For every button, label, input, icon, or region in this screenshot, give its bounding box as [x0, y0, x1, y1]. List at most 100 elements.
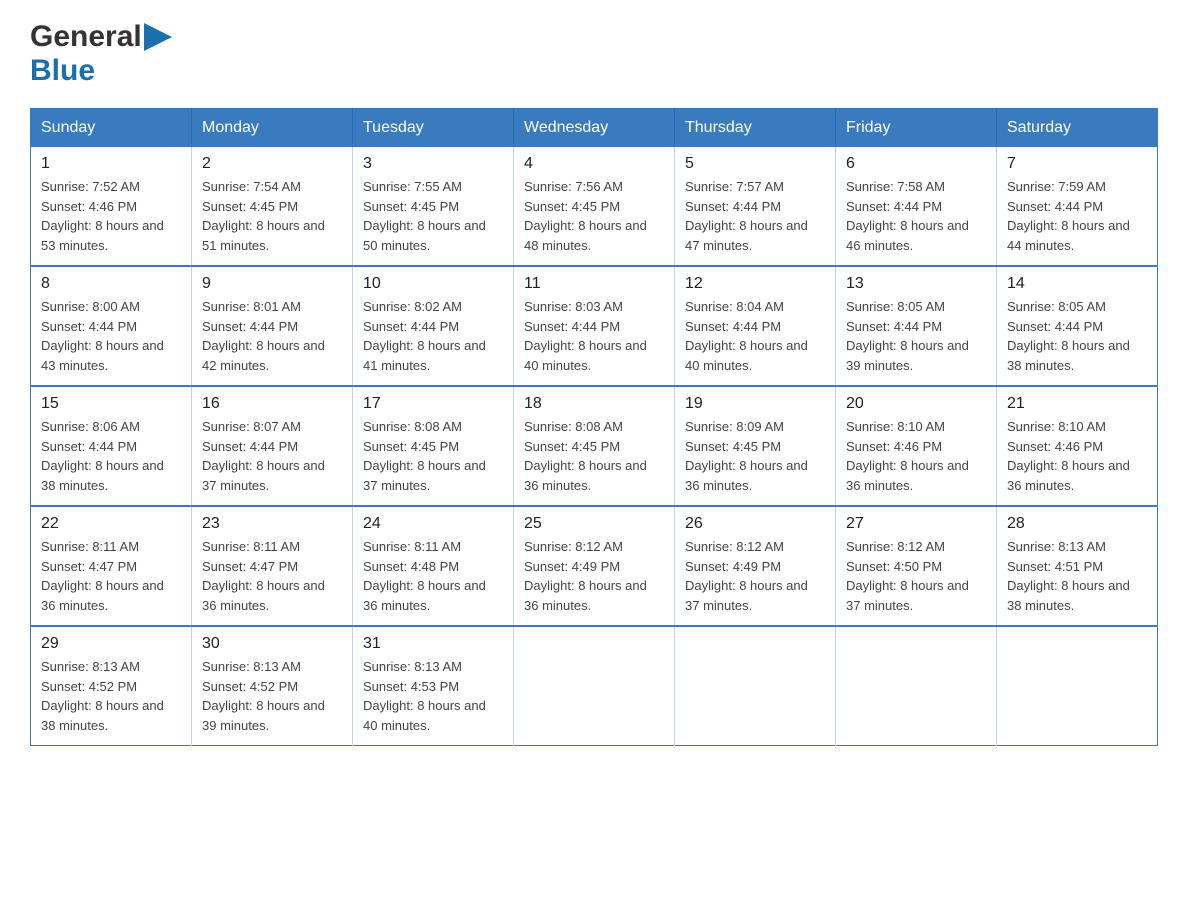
day-number: 5: [685, 155, 825, 173]
calendar-day-cell: 11Sunrise: 8:03 AMSunset: 4:44 PMDayligh…: [514, 266, 675, 386]
day-info: Sunrise: 7:52 AMSunset: 4:46 PMDaylight:…: [41, 177, 181, 255]
calendar-day-cell: 17Sunrise: 8:08 AMSunset: 4:45 PMDayligh…: [353, 386, 514, 506]
day-info: Sunrise: 8:12 AMSunset: 4:50 PMDaylight:…: [846, 537, 986, 615]
day-number: 22: [41, 515, 181, 533]
sunrise-label: Sunrise: 8:10 AM: [846, 419, 945, 434]
daylight-label: Daylight: 8 hours and 39 minutes.: [846, 338, 969, 373]
daylight-label: Daylight: 8 hours and 38 minutes.: [1007, 578, 1130, 613]
calendar-day-cell: 22Sunrise: 8:11 AMSunset: 4:47 PMDayligh…: [31, 506, 192, 626]
day-number: 4: [524, 155, 664, 173]
calendar-week-row: 1Sunrise: 7:52 AMSunset: 4:46 PMDaylight…: [31, 147, 1158, 266]
daylight-label: Daylight: 8 hours and 36 minutes.: [524, 578, 647, 613]
day-info: Sunrise: 7:54 AMSunset: 4:45 PMDaylight:…: [202, 177, 342, 255]
weekday-header-monday: Monday: [192, 109, 353, 148]
sunset-label: Sunset: 4:44 PM: [202, 319, 298, 334]
day-number: 6: [846, 155, 986, 173]
daylight-label: Daylight: 8 hours and 37 minutes.: [202, 458, 325, 493]
sunset-label: Sunset: 4:49 PM: [524, 559, 620, 574]
calendar-day-cell: 20 Sunrise: 8:10 AMSunset: 4:46 PMDayligh…: [836, 386, 997, 506]
daylight-label: Daylight: 8 hours and 40 minutes.: [524, 338, 647, 373]
day-info: Sunrise: 8:06 AMSunset: 4:44 PMDaylight:…: [41, 417, 181, 495]
sunrise-label: Sunrise: 8:08 AM: [363, 419, 462, 434]
day-number: 24: [363, 515, 503, 533]
sunset-label: Sunset: 4:47 PM: [41, 559, 137, 574]
daylight-label: Daylight: 8 hours and 53 minutes.: [41, 218, 164, 253]
calendar-day-cell: 24Sunrise: 8:11 AMSunset: 4:48 PMDayligh…: [353, 506, 514, 626]
day-number: 12: [685, 275, 825, 293]
day-number: 30: [202, 635, 342, 653]
sunset-label: Sunset: 4:47 PM: [202, 559, 298, 574]
calendar-day-cell: 23Sunrise: 8:11 AMSunset: 4:47 PMDayligh…: [192, 506, 353, 626]
sunrise-label: Sunrise: 8:00 AM: [41, 299, 140, 314]
sunset-label: Sunset: 4:44 PM: [685, 199, 781, 214]
logo-general-text: General: [30, 20, 142, 54]
daylight-label: Daylight: 8 hours and 36 minutes.: [363, 578, 486, 613]
day-info: Sunrise: 8:09 AMSunset: 4:45 PMDaylight:…: [685, 417, 825, 495]
sunset-label: Sunset: 4:48 PM: [363, 559, 459, 574]
calendar-day-cell: 1Sunrise: 7:52 AMSunset: 4:46 PMDaylight…: [31, 147, 192, 266]
sunset-label: Sunset: 4:44 PM: [846, 199, 942, 214]
day-info: Sunrise: 7:55 AMSunset: 4:45 PMDaylight:…: [363, 177, 503, 255]
day-info: Sunrise: 8:05 AMSunset: 4:44 PMDaylight:…: [846, 297, 986, 375]
daylight-label: Daylight: 8 hours and 41 minutes.: [363, 338, 486, 373]
sunset-label: Sunset: 4:53 PM: [363, 679, 459, 694]
daylight-label: Daylight: 8 hours and 38 minutes.: [1007, 338, 1130, 373]
daylight-label: Daylight: 8 hours and 38 minutes.: [41, 698, 164, 733]
page-header: General Blue: [30, 20, 1158, 88]
calendar-day-cell: 6 Sunrise: 7:58 AM Sunset: 4:44 PM Daylight…: [836, 147, 997, 266]
daylight-label: Daylight: 8 hours and 40 minutes.: [685, 338, 808, 373]
calendar-day-cell: 27Sunrise: 8:12 AMSunset: 4:50 PMDayligh…: [836, 506, 997, 626]
sunset-label: Sunset: 4:44 PM: [363, 319, 459, 334]
day-info: Sunrise: 8:10 AMSunset: 4:46 PMDaylight:…: [846, 417, 986, 495]
sunset-label: Sunset: 4:51 PM: [1007, 559, 1103, 574]
day-number: 8: [41, 275, 181, 293]
day-info: Sunrise: 8:13 AMSunset: 4:53 PMDaylight:…: [363, 657, 503, 735]
day-number: 20: [846, 395, 986, 413]
sunset-label: Sunset: 4:44 PM: [41, 439, 137, 454]
sunrise-label: Sunrise: 8:11 AM: [41, 539, 139, 554]
sunset-label: Sunset: 4:44 PM: [846, 319, 942, 334]
daylight-label: Daylight: 8 hours and 36 minutes.: [846, 458, 969, 493]
day-info: Sunrise: 8:13 AMSunset: 4:52 PMDaylight:…: [202, 657, 342, 735]
calendar-week-row: 29Sunrise: 8:13 AMSunset: 4:52 PMDayligh…: [31, 626, 1158, 746]
weekday-header-saturday: Saturday: [997, 109, 1158, 148]
day-info: Sunrise: 8:10 AMSunset: 4:46 PMDaylight:…: [1007, 417, 1147, 495]
daylight-label: Daylight: 8 hours and 37 minutes.: [363, 458, 486, 493]
sunrise-label: Sunrise: 7:58 AM: [846, 179, 945, 194]
sunset-label: Sunset: 4:45 PM: [363, 439, 459, 454]
sunset-label: Sunset: 4:49 PM: [685, 559, 781, 574]
sunrise-label: Sunrise: 7:56 AM: [524, 179, 623, 194]
daylight-label: Daylight: 8 hours and 39 minutes.: [202, 698, 325, 733]
calendar-day-cell: 5Sunrise: 7:57 AMSunset: 4:44 PMDaylight…: [675, 147, 836, 266]
sunrise-label: Sunrise: 8:13 AM: [1007, 539, 1106, 554]
weekday-header-thursday: Thursday: [675, 109, 836, 148]
sunset-label: Sunset: 4:45 PM: [685, 439, 781, 454]
sunset-label: Sunset: 4:45 PM: [363, 199, 459, 214]
sunrise-label: Sunrise: 8:12 AM: [685, 539, 784, 554]
day-info: Sunrise: 8:04 AM Sunset: 4:44 PM Daylight:…: [685, 297, 825, 375]
calendar-day-cell: 31Sunrise: 8:13 AMSunset: 4:53 PMDayligh…: [353, 626, 514, 746]
day-info: Sunrise: 7:58 AM Sunset: 4:44 PM Daylight:…: [846, 177, 986, 255]
calendar-day-cell: 14Sunrise: 8:05 AMSunset: 4:44 PMDayligh…: [997, 266, 1158, 386]
calendar-day-cell: 30 Sunrise: 8:13 AMSunset: 4:52 PMDayligh…: [192, 626, 353, 746]
sunset-label: Sunset: 4:44 PM: [1007, 319, 1103, 334]
daylight-label: Daylight: 8 hours and 36 minutes.: [685, 458, 808, 493]
day-number: 7: [1007, 155, 1147, 173]
sunrise-label: Sunrise: 8:06 AM: [41, 419, 140, 434]
day-number: 2: [202, 155, 342, 173]
calendar-week-row: 22 Sunrise: 8:11 AM Sunset: 4:47 PM Dayligh…: [31, 506, 1158, 626]
sunrise-label: Sunrise: 8:04 AM: [685, 299, 784, 314]
calendar-week-row: 8 Sunrise: 8:00 AM Sunset: 4:44 PM Daylight…: [31, 266, 1158, 386]
day-info: Sunrise: 8:01 AMSunset: 4:44 PMDaylight:…: [202, 297, 342, 375]
calendar-day-cell: 4Sunrise: 7:56 AMSunset: 4:45 PMDaylight…: [514, 147, 675, 266]
sunrise-label: Sunrise: 8:07 AM: [202, 419, 301, 434]
day-number: 19: [685, 395, 825, 413]
day-info: Sunrise: 8:13 AMSunset: 4:52 PMDaylight:…: [41, 657, 181, 735]
daylight-label: Daylight: 8 hours and 46 minutes.: [846, 218, 969, 253]
day-info: Sunrise: 8:12 AMSunset: 4:49 PMDaylight:…: [685, 537, 825, 615]
sunrise-label: Sunrise: 8:12 AM: [846, 539, 945, 554]
sunset-label: Sunset: 4:44 PM: [685, 319, 781, 334]
empty-day-cell: [514, 626, 675, 746]
calendar-day-cell: 8Sunrise: 8:00 AMSunset: 4:44 PMDaylight…: [31, 266, 192, 386]
sunset-label: Sunset: 4:44 PM: [41, 319, 137, 334]
